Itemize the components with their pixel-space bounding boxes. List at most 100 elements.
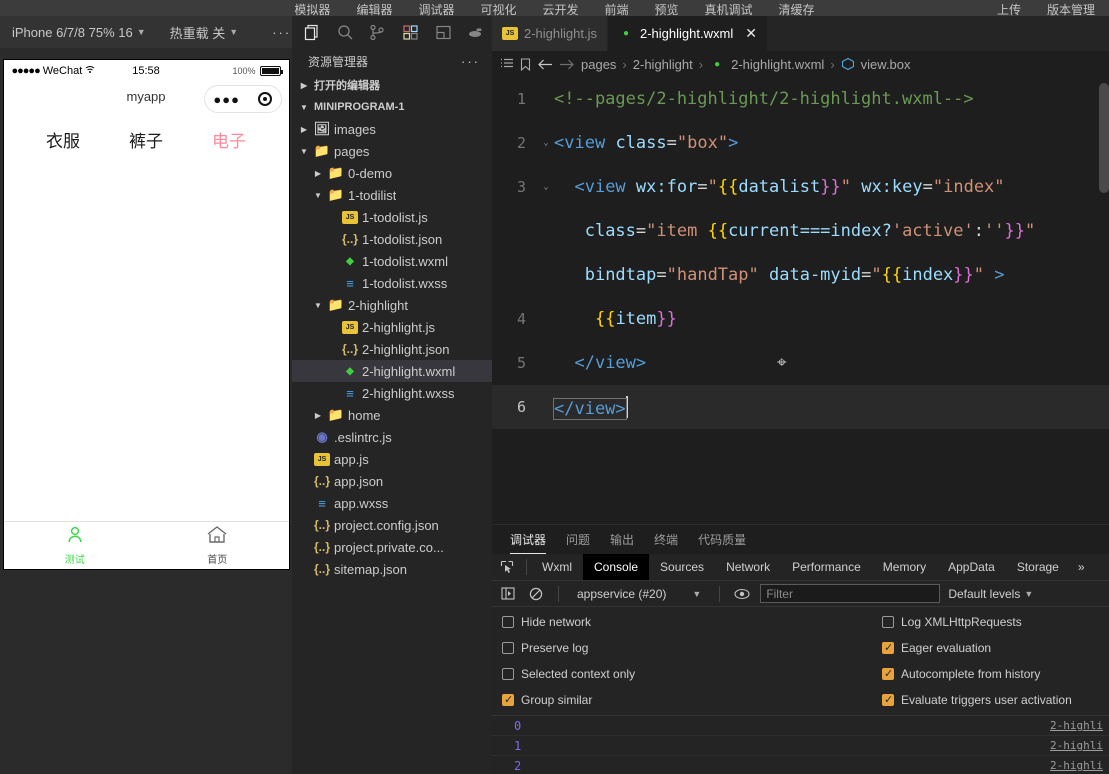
fold-indicator[interactable]: ⌄ bbox=[538, 182, 554, 192]
tree-item[interactable]: JS app.js bbox=[292, 448, 492, 470]
tree-item[interactable]: {..} 1-todolist.json bbox=[292, 228, 492, 250]
tree-item-selected[interactable]: ◆ 2-highlight.wxml bbox=[292, 360, 492, 382]
code-line[interactable]: 5 </view> ⌖ bbox=[492, 341, 1109, 385]
editor-tab-js[interactable]: JS 2-highlight.js bbox=[492, 16, 608, 51]
explorer-icon[interactable] bbox=[296, 16, 329, 48]
tree-item[interactable]: {..} sitemap.json bbox=[292, 558, 492, 580]
console-setting[interactable]: Preserve log bbox=[502, 637, 882, 659]
tree-item[interactable]: ▼ 📁 1-todilist bbox=[292, 184, 492, 206]
tree-item[interactable]: ▶ 📁 0-demo bbox=[292, 162, 492, 184]
panel-tab-debugger[interactable]: 调试器 bbox=[510, 525, 546, 554]
editor-scrollbar[interactable] bbox=[1099, 83, 1109, 193]
clear-console-icon[interactable] bbox=[526, 584, 546, 604]
menu-item-7[interactable]: 真机调试 bbox=[705, 4, 753, 16]
console-log-source-link[interactable]: 2-highli bbox=[1050, 719, 1103, 732]
sidebar-more-button[interactable]: ··· bbox=[461, 54, 480, 69]
search-icon[interactable] bbox=[329, 16, 362, 48]
tree-item[interactable]: ≡ app.wxss bbox=[292, 492, 492, 514]
outline-icon[interactable] bbox=[500, 58, 514, 70]
devtools-tab-memory[interactable]: Memory bbox=[872, 554, 937, 580]
checkbox[interactable] bbox=[882, 667, 894, 680]
source-control-icon[interactable] bbox=[361, 16, 394, 48]
bookmark-icon[interactable] bbox=[520, 57, 531, 71]
devtools-tab-storage[interactable]: Storage bbox=[1006, 554, 1070, 580]
code-line-wrap[interactable]: bindtap="handTap" data-myid="{{index}}" … bbox=[492, 253, 1109, 297]
code-editor[interactable]: 1 <!--pages/2-highlight/2-highlight.wxml… bbox=[492, 77, 1109, 524]
menu-item-6[interactable]: 预览 bbox=[655, 4, 679, 16]
tree-item[interactable]: ◆ 1-todolist.wxml bbox=[292, 250, 492, 272]
code-line-current[interactable]: 6 </view> bbox=[492, 385, 1109, 429]
breadcrumb-item-symbol[interactable]: view.box bbox=[861, 57, 911, 72]
section-open-editors[interactable]: ▶ 打开的编辑器 bbox=[292, 74, 492, 96]
layout-icon[interactable] bbox=[427, 16, 460, 48]
tree-item[interactable]: ≡ 2-highlight.wxss bbox=[292, 382, 492, 404]
panel-tab-terminal[interactable]: 终端 bbox=[654, 525, 678, 554]
tabbar-item-test[interactable]: 测试 bbox=[4, 522, 147, 569]
tree-item[interactable]: JS 1-todolist.js bbox=[292, 206, 492, 228]
checkbox[interactable] bbox=[502, 616, 514, 628]
tree-item[interactable]: ◉ .eslintrc.js bbox=[292, 426, 492, 448]
devtools-tab-console[interactable]: Console bbox=[583, 554, 650, 580]
console-setting[interactable]: Eager evaluation bbox=[882, 637, 1109, 659]
code-line[interactable]: 4 {{item}} bbox=[492, 297, 1109, 341]
code-line[interactable]: 1 <!--pages/2-highlight/2-highlight.wxml… bbox=[492, 77, 1109, 121]
extensions-icon[interactable] bbox=[394, 16, 427, 48]
tree-item[interactable]: ▼ 📁 2-highlight bbox=[292, 294, 492, 316]
menu-item-4[interactable]: 云开发 bbox=[542, 4, 578, 16]
code-line-wrap[interactable]: class="item {{current===index?'active':'… bbox=[492, 209, 1109, 253]
console-log-row[interactable]: 0 2-highli bbox=[492, 716, 1109, 736]
tree-item[interactable]: ▶ 📁 home bbox=[292, 404, 492, 426]
code-line[interactable]: 2 ⌄ <view class="box"> bbox=[492, 121, 1109, 165]
capsule-menu-icon[interactable]: ●●● bbox=[213, 92, 240, 107]
menu-item-8[interactable]: 清缓存 bbox=[779, 4, 815, 16]
devtools-tab-appdata[interactable]: AppData bbox=[937, 554, 1006, 580]
checkbox[interactable] bbox=[882, 616, 894, 628]
checkbox[interactable] bbox=[882, 693, 894, 706]
context-selector[interactable]: appservice (#20) ▼ bbox=[571, 587, 707, 601]
devtools-tab-performance[interactable]: Performance bbox=[781, 554, 872, 580]
breadcrumb-item-folder[interactable]: 2-highlight bbox=[633, 57, 693, 72]
hot-reload-selector[interactable]: 热重载 关 ▼ bbox=[158, 16, 251, 48]
inspect-element-icon[interactable] bbox=[492, 560, 522, 574]
forward-arrow-icon[interactable] bbox=[559, 58, 575, 71]
tree-item[interactable]: ▶ 🖼 images bbox=[292, 118, 492, 140]
checkbox[interactable] bbox=[502, 668, 514, 680]
console-setting[interactable]: Selected context only bbox=[502, 663, 882, 685]
tree-item[interactable]: JS 2-highlight.js bbox=[292, 316, 492, 338]
list-item[interactable]: 衣服 bbox=[22, 127, 105, 152]
panel-tab-code-quality[interactable]: 代码质量 bbox=[698, 525, 746, 554]
devtools-tab-wxml[interactable]: Wxml bbox=[531, 554, 583, 580]
menu-item-1[interactable]: 编辑器 bbox=[356, 4, 392, 16]
menu-item-5[interactable]: 前端 bbox=[605, 4, 629, 16]
back-arrow-icon[interactable] bbox=[537, 58, 553, 71]
menu-item-2[interactable]: 调试器 bbox=[418, 4, 454, 16]
console-log-row[interactable]: 1 2-highli bbox=[492, 736, 1109, 756]
panel-tab-problems[interactable]: 问题 bbox=[566, 525, 590, 554]
log-level-selector[interactable]: Default levels ▼ bbox=[948, 587, 1033, 601]
devtools-tab-network[interactable]: Network bbox=[715, 554, 781, 580]
filter-input[interactable]: Filter bbox=[760, 584, 941, 603]
tree-item[interactable]: {..} project.private.co... bbox=[292, 536, 492, 558]
breadcrumb-item-file[interactable]: 2-highlight.wxml bbox=[731, 57, 824, 72]
tree-item[interactable]: {..} project.config.json bbox=[292, 514, 492, 536]
fold-indicator[interactable]: ⌄ bbox=[538, 138, 554, 148]
tree-item[interactable]: {..} 2-highlight.json bbox=[292, 338, 492, 360]
tree-item[interactable]: ▼ 📁 pages bbox=[292, 140, 492, 162]
section-project-root[interactable]: ▼ MINIPROGRAM-1 bbox=[292, 96, 492, 118]
menu-item-upload[interactable]: 上传 bbox=[997, 4, 1021, 16]
menu-item-version[interactable]: 版本管理 bbox=[1047, 4, 1095, 16]
menu-item-0[interactable]: 模拟器 bbox=[294, 4, 330, 16]
device-selector[interactable]: iPhone 6/7/8 75% 16 ▼ bbox=[0, 16, 158, 48]
file-tree[interactable]: ▶ 🖼 images ▼ 📁 pages ▶ 📁 0-demo ▼ 📁 1-todilist JS 1-t… bbox=[292, 118, 492, 774]
console-log-source-link[interactable]: 2-highli bbox=[1050, 759, 1103, 772]
checkbox[interactable] bbox=[882, 641, 894, 654]
devtools-tab-sources[interactable]: Sources bbox=[649, 554, 715, 580]
console-setting[interactable]: Group similar bbox=[502, 689, 882, 711]
editor-tab-wxml[interactable]: ● 2-highlight.wxml ✕ bbox=[608, 16, 768, 51]
tree-item[interactable]: {..} app.json bbox=[292, 470, 492, 492]
menu-item-3[interactable]: 可视化 bbox=[480, 4, 516, 16]
devtools-more-tabs-button[interactable]: » bbox=[1070, 560, 1093, 574]
live-expression-icon[interactable] bbox=[732, 584, 752, 604]
tabbar-item-home[interactable]: 首页 bbox=[146, 522, 289, 569]
console-setting[interactable]: Autocomplete from history bbox=[882, 663, 1109, 685]
